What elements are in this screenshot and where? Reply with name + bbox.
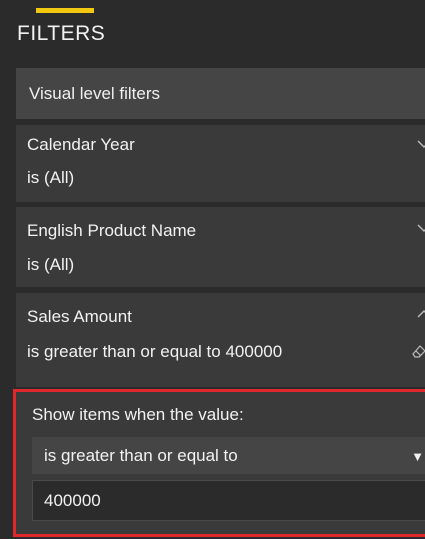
filters-pane-header: FILTERS xyxy=(0,0,425,61)
filter-field-name: Calendar Year xyxy=(27,135,135,154)
show-items-label: Show items when the value: xyxy=(32,405,244,424)
filter-value-input[interactable] xyxy=(32,480,425,521)
filter-condition: is (All) xyxy=(27,255,75,274)
pane-title: FILTERS xyxy=(17,22,106,45)
filter-field-name: English Product Name xyxy=(27,221,197,240)
operator-selected-value: is greater than or equal to xyxy=(44,446,238,465)
chevron-up-icon[interactable] xyxy=(417,307,425,321)
visual-level-filters-header[interactable]: Visual level filters xyxy=(16,68,425,119)
chevron-down-icon[interactable] xyxy=(417,137,425,151)
filter-card-calendar-year[interactable]: Calendar Year is (All) xyxy=(16,125,425,203)
section-label: Visual level filters xyxy=(29,84,161,103)
filter-condition: is greater than or equal to 400000 xyxy=(27,342,283,361)
chevron-down-icon[interactable] xyxy=(417,221,425,235)
caret-down-icon: ▼ xyxy=(411,449,424,464)
filter-card-english-product-name[interactable]: English Product Name is (All) xyxy=(16,207,425,288)
advanced-filter-panel: Show items when the value: is greater th… xyxy=(13,389,425,537)
filter-card-sales-amount[interactable]: Sales Amount is greater than or equal to… xyxy=(16,293,425,388)
filter-field-name: Sales Amount xyxy=(27,307,132,326)
accent-bar xyxy=(36,8,94,13)
eraser-icon[interactable] xyxy=(411,343,425,359)
operator-dropdown[interactable]: is greater than or equal to ▼ xyxy=(32,437,425,474)
filter-condition: is (All) xyxy=(27,168,75,187)
